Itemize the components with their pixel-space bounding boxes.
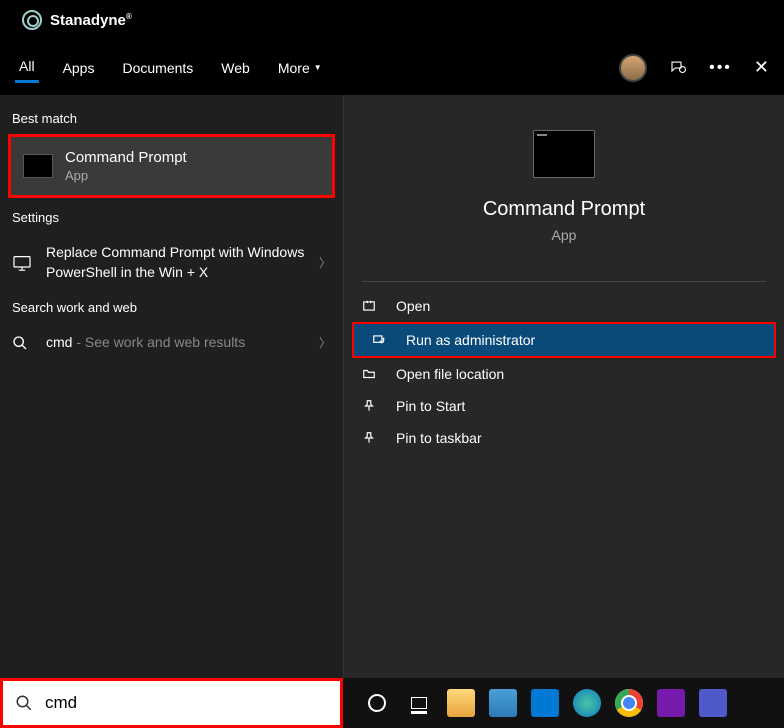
search-input[interactable] (45, 693, 340, 713)
brand-logo-icon (22, 10, 42, 30)
web-result[interactable]: cmd - See work and web results 〉 (0, 321, 343, 365)
taskbar (343, 678, 784, 728)
action-pin-taskbar[interactable]: Pin to taskbar (344, 422, 784, 454)
section-web: Search work and web (0, 294, 343, 321)
web-text: cmd - See work and web results (46, 333, 319, 353)
section-best-match: Best match (0, 105, 343, 132)
chevron-right-icon: 〉 (319, 254, 331, 271)
preview-panel: Command Prompt App Open Run as administr… (343, 95, 784, 678)
action-run-admin[interactable]: Run as administrator (352, 322, 776, 358)
cmd-icon (23, 154, 53, 178)
task-view-icon[interactable] (400, 684, 438, 722)
taskbar-store[interactable] (484, 684, 522, 722)
taskbar-edge[interactable] (568, 684, 606, 722)
section-settings: Settings (0, 204, 343, 231)
preview-header: Command Prompt App (344, 95, 784, 263)
settings-result[interactable]: Replace Command Prompt with Windows Powe… (0, 231, 343, 294)
chevron-right-icon: 〉 (319, 334, 331, 351)
tab-apps[interactable]: Apps (59, 52, 99, 83)
taskbar-chrome[interactable] (610, 684, 648, 722)
preview-subtitle: App (344, 227, 784, 243)
tab-web[interactable]: Web (217, 52, 254, 83)
more-options-icon[interactable]: ••• (709, 59, 732, 77)
user-avatar[interactable] (619, 54, 647, 82)
taskbar-onenote[interactable] (652, 684, 690, 722)
cortana-icon[interactable] (358, 684, 396, 722)
cmd-large-icon (533, 130, 595, 178)
search-magnifier-icon (3, 694, 45, 712)
search-bar[interactable] (0, 678, 343, 728)
open-icon (362, 299, 382, 313)
brand-bar: Stanadyne® (0, 0, 784, 40)
close-icon[interactable]: ✕ (754, 57, 769, 78)
search-header: All Apps Documents Web More▼ ••• ✕ (0, 40, 784, 95)
header-actions: ••• ✕ (619, 54, 769, 82)
tab-all[interactable]: All (15, 52, 39, 83)
pin-taskbar-icon (362, 431, 382, 445)
tab-documents[interactable]: Documents (118, 52, 197, 83)
preview-title: Command Prompt (344, 198, 784, 221)
filter-tabs: All Apps Documents Web More▼ (15, 52, 619, 83)
divider (362, 281, 766, 282)
brand-name: Stanadyne® (50, 12, 132, 29)
best-match-subtitle: App (65, 168, 320, 183)
monitor-icon (12, 255, 36, 271)
best-match-result[interactable]: Command Prompt App (8, 134, 335, 198)
feedback-icon[interactable] (669, 59, 687, 77)
action-open-location[interactable]: Open file location (344, 358, 784, 390)
pin-icon (362, 399, 382, 413)
taskbar-teams[interactable] (694, 684, 732, 722)
main-content: Best match Command Prompt App Settings R… (0, 95, 784, 678)
best-match-title: Command Prompt (65, 149, 320, 166)
settings-text: Replace Command Prompt with Windows Powe… (46, 243, 319, 282)
search-icon (12, 335, 36, 351)
admin-shield-icon (372, 333, 392, 347)
best-match-text: Command Prompt App (65, 149, 320, 183)
results-panel: Best match Command Prompt App Settings R… (0, 95, 343, 678)
tab-more[interactable]: More▼ (274, 52, 326, 83)
folder-icon (362, 367, 382, 381)
taskbar-outlook[interactable] (526, 684, 564, 722)
action-open[interactable]: Open (344, 290, 784, 322)
taskbar-explorer[interactable] (442, 684, 480, 722)
action-pin-start[interactable]: Pin to Start (344, 390, 784, 422)
